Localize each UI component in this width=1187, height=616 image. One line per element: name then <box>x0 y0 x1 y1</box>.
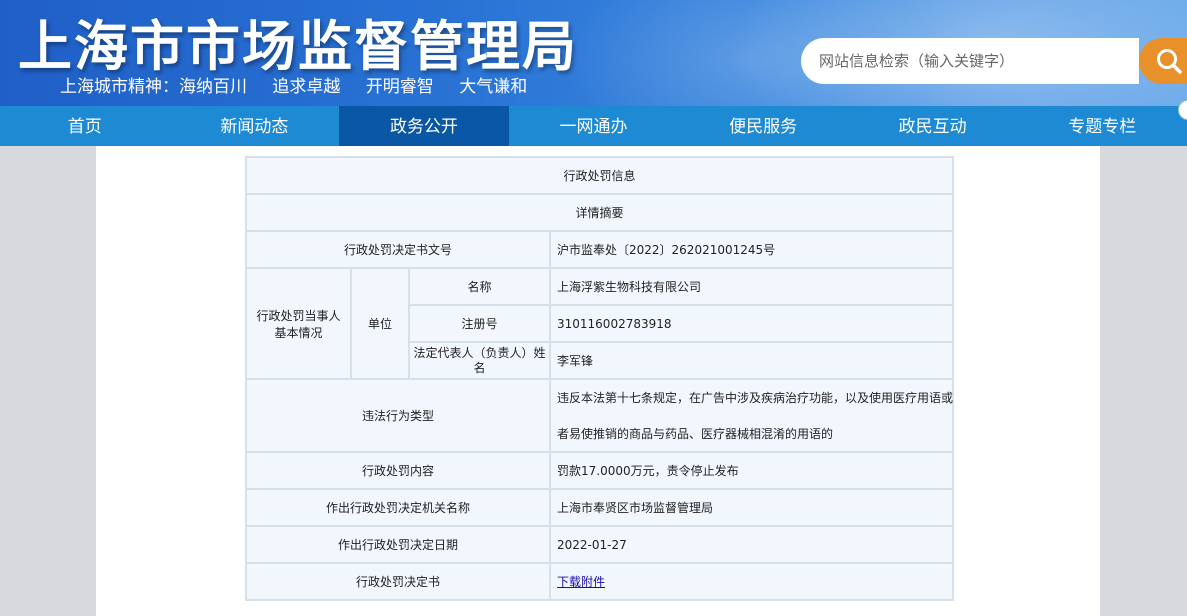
decision-cell: 下载附件 <box>548 562 955 601</box>
name-value: 上海浮紫生物科技有限公司 <box>548 267 955 306</box>
name-label: 名称 <box>408 267 551 306</box>
penalty-info-table: 行政处罚信息 详情摘要 行政处罚决定书文号 沪市监奉处〔2022〕2620210… <box>244 156 955 601</box>
violation-value: 违反本法第十七条规定，在广告中涉及疾病治疗功能，以及使用医疗用语或 者易使推销的… <box>548 378 955 453</box>
violation-label: 违法行为类型 <box>245 378 551 453</box>
reg-no-value: 310116002783918 <box>548 304 955 343</box>
doc-no-value: 沪市监奉处〔2022〕262021001245号 <box>548 230 955 269</box>
penalty-label: 行政处罚内容 <box>245 451 551 490</box>
violation-line-1: 违反本法第十七条规定，在广告中涉及疾病治疗功能，以及使用医疗用语或 <box>557 391 954 405</box>
authority-label: 作出行政处罚决定机关名称 <box>245 488 551 527</box>
party-label: 行政处罚当事人基本情况 <box>245 267 352 380</box>
search-box <box>801 38 1139 84</box>
rep-value: 李军锋 <box>548 341 955 380</box>
rep-label: 法定代表人（负责人）姓名 <box>408 341 551 380</box>
decision-label: 行政处罚决定书 <box>245 562 551 601</box>
nav-item-topics[interactable]: 专题专栏 <box>1017 106 1187 146</box>
main-nav: 首页 新闻动态 政务公开 一网通办 便民服务 政民互动 专题专栏 <box>0 106 1187 146</box>
summary-heading: 详情摘要 <box>244 193 955 232</box>
slogan-part-3: 开明睿智 <box>365 77 434 97</box>
authority-value: 上海市奉贤区市场监督管理局 <box>548 488 955 527</box>
nav-item-interaction[interactable]: 政民互动 <box>848 106 1018 146</box>
unit-label: 单位 <box>350 267 410 380</box>
slogan-part-2: 追求卓越 <box>272 77 341 97</box>
reg-no-label: 注册号 <box>408 304 551 343</box>
nav-item-home[interactable]: 首页 <box>0 106 170 146</box>
date-value: 2022-01-27 <box>548 525 955 564</box>
search-button[interactable] <box>1139 38 1187 84</box>
slogan-part-4: 大气谦和 <box>459 77 528 97</box>
site-slogan: 上海城市精神：海纳百川 追求卓越 开明睿智 大气谦和 <box>60 72 547 97</box>
nav-item-news[interactable]: 新闻动态 <box>170 106 340 146</box>
doc-no-label: 行政处罚决定书文号 <box>245 230 551 269</box>
date-label: 作出行政处罚决定日期 <box>245 525 551 564</box>
penalty-value: 罚款17.0000万元，责令停止发布 <box>548 451 955 490</box>
site-title[interactable]: 上海市市场监督管理局 <box>18 2 578 81</box>
site-header: 上海市市场监督管理局 上海城市精神：海纳百川 追求卓越 开明睿智 大气谦和 <box>0 0 1187 106</box>
search-input[interactable] <box>817 51 1121 71</box>
violation-line-2: 者易使推销的商品与药品、医疗器械相混淆的用语的 <box>557 427 834 441</box>
download-attachment-link[interactable]: 下载附件 <box>557 575 605 589</box>
table-title: 行政处罚信息 <box>244 156 955 195</box>
nav-item-public-services[interactable]: 便民服务 <box>678 106 848 146</box>
nav-item-online-services[interactable]: 一网通办 <box>509 106 679 146</box>
search-icon <box>1157 49 1182 74</box>
nav-item-gov-affairs[interactable]: 政务公开 <box>339 106 509 146</box>
slogan-part-1: 上海城市精神：海纳百川 <box>60 77 247 97</box>
